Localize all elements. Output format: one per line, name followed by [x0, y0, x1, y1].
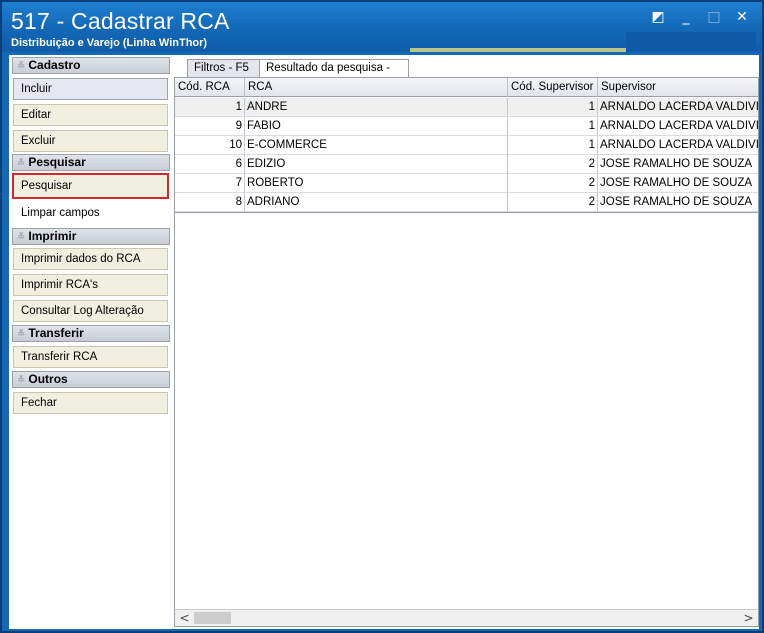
chevron-down-icon: ≚: [17, 375, 26, 386]
rca-cell: ADRIANO: [245, 193, 508, 212]
cod-rca-cell: 8: [175, 193, 245, 212]
imprimir-rcas-button[interactable]: Imprimir RCA's: [13, 274, 168, 296]
scroll-thumb[interactable]: [194, 612, 231, 624]
column-header[interactable]: Supervisor: [598, 78, 758, 97]
results-grid: Cód. RCA RCA Cód. Supervisor Supervisor …: [174, 77, 759, 627]
supervisor-cell: JOSE RAMALHO DE SOUZA: [598, 193, 758, 212]
title-bar: 517 - Cadastrar RCA Distribuição e Varej…: [2, 2, 762, 52]
fechar-button[interactable]: Fechar: [13, 392, 168, 414]
title-accent-strip: [410, 48, 626, 52]
section-transferir[interactable]: ≚ Transferir: [12, 325, 170, 342]
window-title: 517 - Cadastrar RCA: [11, 8, 230, 34]
table-row[interactable]: 8 ADRIANO 2 JOSE RAMALHO DE SOUZA: [175, 193, 758, 212]
cod-supervisor-cell: 2: [508, 193, 598, 212]
cod-supervisor-cell: 1: [508, 117, 598, 136]
limpar-campos-button[interactable]: Limpar campos: [13, 202, 168, 224]
supervisor-cell: JOSE RAMALHO DE SOUZA: [598, 174, 758, 193]
cod-supervisor-cell: 1: [508, 136, 598, 155]
consultar-log-button[interactable]: Consultar Log Alteração: [13, 300, 168, 322]
cod-rca-cell: 6: [175, 155, 245, 174]
table-row[interactable]: 9 FABIO 1 ARNALDO LACERDA VALDIVINO: [175, 117, 758, 136]
scroll-left-icon[interactable]: <: [176, 610, 193, 626]
chevron-down-icon: ≚: [17, 61, 26, 72]
app-window: 517 - Cadastrar RCA Distribuição e Varej…: [0, 0, 764, 633]
title-decoration: [626, 32, 756, 52]
supervisor-cell: ARNALDO LACERDA VALDIVINO: [598, 117, 758, 136]
minimize-icon[interactable]: _: [676, 8, 696, 26]
rca-cell: ANDRE: [245, 98, 508, 117]
incluir-button[interactable]: Incluir: [13, 78, 168, 100]
supervisor-cell: ARNALDO LACERDA VALDIVINO: [598, 136, 758, 155]
tab-resultado[interactable]: Resultado da pesquisa - F6: [259, 59, 409, 90]
editar-button[interactable]: Editar: [13, 104, 168, 126]
section-label: Transferir: [28, 326, 84, 340]
transferir-rca-button[interactable]: Transferir RCA: [13, 346, 168, 368]
pesquisar-button[interactable]: Pesquisar: [12, 173, 169, 199]
table-row[interactable]: 6 EDIZIO 2 JOSE RAMALHO DE SOUZA: [175, 155, 758, 174]
restore-icon[interactable]: ◩: [648, 8, 668, 26]
column-header[interactable]: Cód. RCA: [175, 78, 245, 97]
chevron-down-icon: ≚: [17, 158, 26, 169]
excluir-button[interactable]: Excluir: [13, 130, 168, 152]
cod-supervisor-cell: 1: [508, 98, 598, 117]
section-imprimir[interactable]: ≚ Imprimir: [12, 228, 170, 245]
cod-rca-cell: 1: [175, 98, 245, 117]
rca-cell: ROBERTO: [245, 174, 508, 193]
section-label: Imprimir: [28, 229, 77, 243]
section-outros[interactable]: ≚ Outros: [12, 371, 170, 388]
section-label: Outros: [28, 372, 68, 386]
window-controls: ◩ _ □ ✕: [648, 8, 752, 26]
section-label: Pesquisar: [28, 155, 86, 169]
sidebar: ≚ Cadastro Incluir Editar Excluir ≚ Pesqui…: [12, 57, 170, 627]
maximize-icon[interactable]: □: [704, 8, 724, 26]
section-pesquisar[interactable]: ≚ Pesquisar: [12, 154, 170, 171]
table-row[interactable]: 7 ROBERTO 2 JOSE RAMALHO DE SOUZA: [175, 174, 758, 193]
column-header[interactable]: Cód. Supervisor: [508, 78, 598, 97]
main-content: ≚ Cadastro Incluir Editar Excluir ≚ Pesqui…: [9, 55, 759, 629]
rca-cell: EDIZIO: [245, 155, 508, 174]
section-label: Cadastro: [28, 58, 81, 72]
grid-header: Cód. RCA RCA Cód. Supervisor Supervisor: [175, 78, 758, 97]
cod-rca-cell: 7: [175, 174, 245, 193]
rca-cell: E-COMMERCE: [245, 136, 508, 155]
close-icon[interactable]: ✕: [732, 8, 752, 26]
chevron-down-icon: ≚: [17, 232, 26, 243]
cod-supervisor-cell: 2: [508, 155, 598, 174]
column-header[interactable]: RCA: [245, 78, 508, 97]
table-row[interactable]: 10 E-COMMERCE 1 ARNALDO LACERDA VALDIVIN…: [175, 136, 758, 155]
cod-rca-cell: 10: [175, 136, 245, 155]
imprimir-dados-button[interactable]: Imprimir dados do RCA: [13, 248, 168, 270]
tab-filtros[interactable]: Filtros - F5: [187, 59, 260, 77]
section-cadastro[interactable]: ≚ Cadastro: [12, 57, 170, 74]
horizontal-scrollbar[interactable]: < >: [175, 609, 758, 626]
supervisor-cell: JOSE RAMALHO DE SOUZA: [598, 155, 758, 174]
table-row[interactable]: 1 ANDRE 1 ARNALDO LACERDA VALDIVINO: [175, 98, 758, 117]
window-subtitle: Distribuição e Varejo (Linha WinThor): [11, 37, 208, 49]
supervisor-cell: ARNALDO LACERDA VALDIVINO: [598, 98, 758, 117]
cod-rca-cell: 9: [175, 117, 245, 136]
grid-divider: [175, 212, 758, 213]
cod-supervisor-cell: 2: [508, 174, 598, 193]
rca-cell: FABIO: [245, 117, 508, 136]
scroll-right-icon[interactable]: >: [740, 610, 757, 626]
chevron-down-icon: ≚: [17, 329, 26, 340]
